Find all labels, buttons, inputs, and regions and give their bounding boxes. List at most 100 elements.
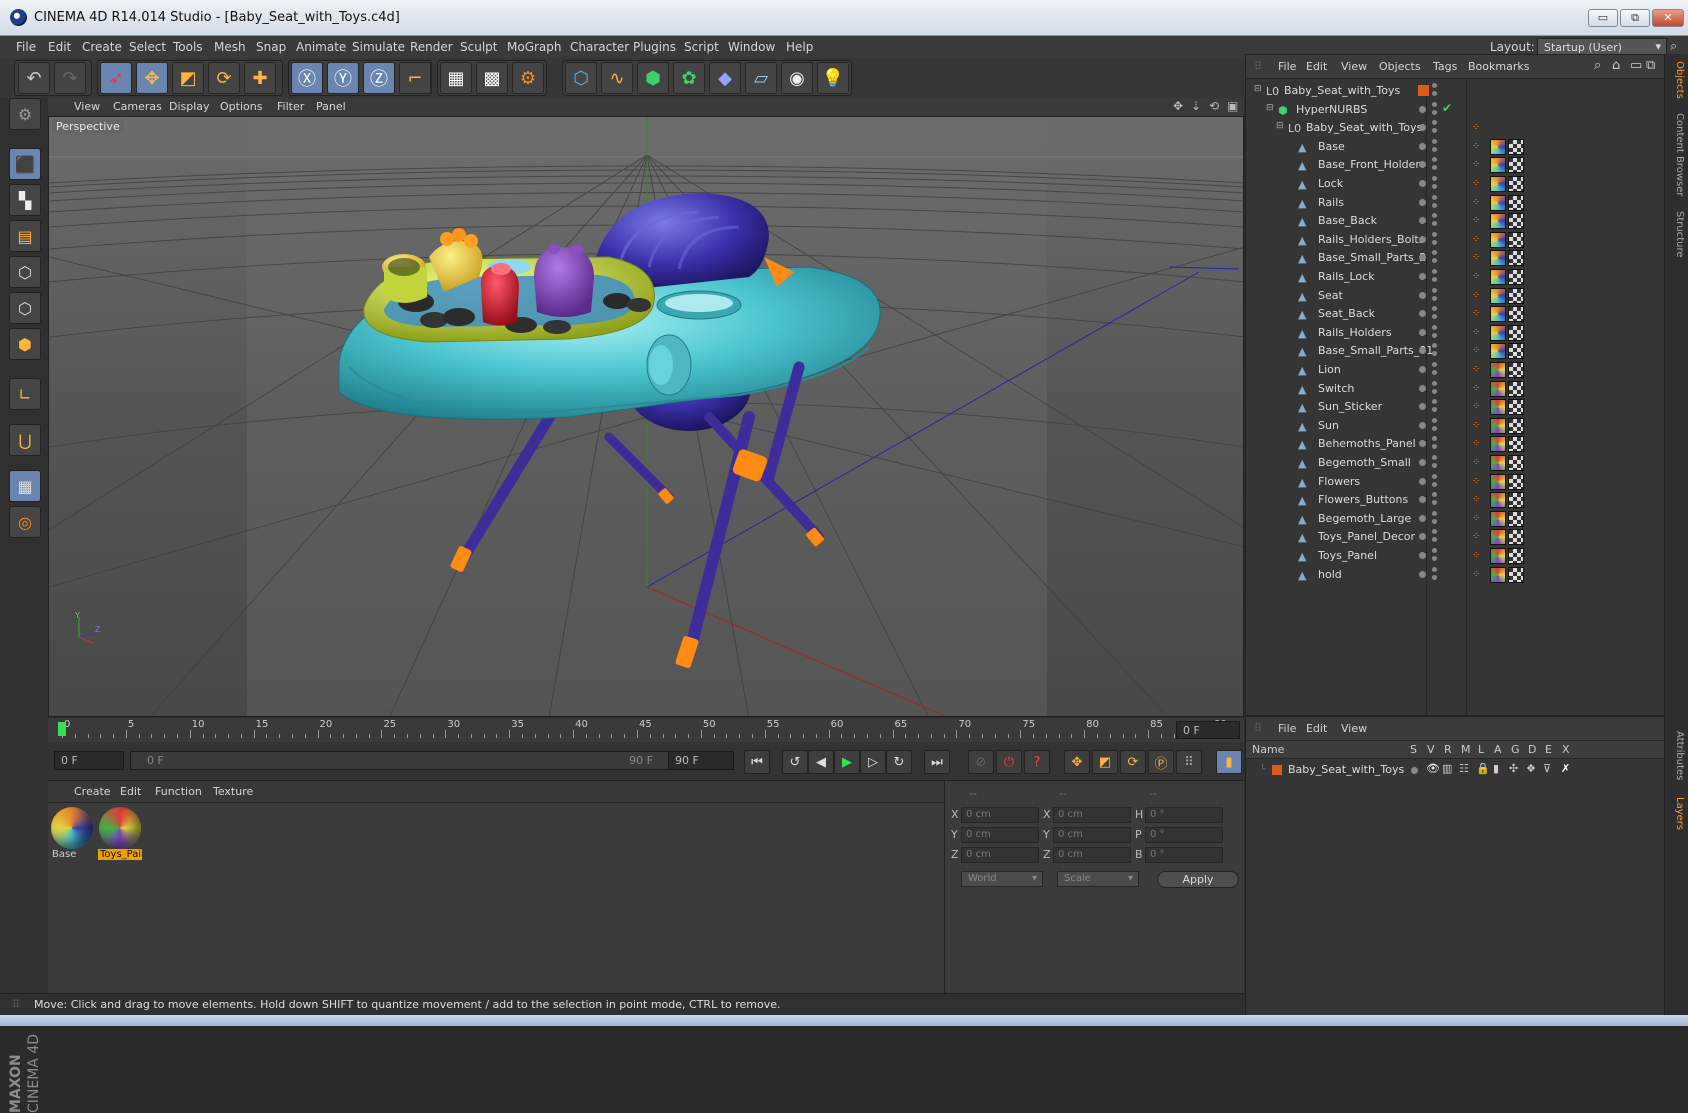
editor-visibility-dot[interactable] — [1419, 273, 1426, 280]
material-tag-icon[interactable] — [1490, 399, 1506, 416]
object-row[interactable]: ▲ Toys_Panel_Decor ⁘ — [1246, 527, 1664, 547]
render-visibility-dot[interactable] — [1432, 202, 1437, 208]
viewport-rotate-icon[interactable]: ⟲ — [1209, 99, 1219, 113]
minimize-button[interactable]: ▭ — [1588, 9, 1618, 27]
editor-visibility-dot[interactable] — [1419, 142, 1426, 150]
editor-visibility-dot[interactable] — [1419, 552, 1426, 559]
deformer-icon[interactable]: ❖ — [1526, 762, 1536, 775]
object-row[interactable]: ▲ Switch ⁘ — [1246, 379, 1664, 399]
uvw-tag-icon[interactable] — [1508, 548, 1524, 564]
editor-visibility-dot[interactable] — [1419, 105, 1426, 113]
viewport-menu-filter[interactable]: Filter — [277, 100, 304, 113]
uvw-tag-icon[interactable] — [1508, 157, 1524, 174]
expand-toggle-icon[interactable]: ⊟ — [1276, 121, 1284, 131]
uvw-tag-icon[interactable] — [1508, 213, 1524, 230]
coord-size-y-field[interactable]: 0 cm — [1053, 827, 1131, 843]
material-tag-icon[interactable] — [1490, 343, 1506, 360]
render-visibility-dot[interactable] — [1432, 184, 1437, 189]
object-row[interactable]: ⊟ ⬢ HyperNURBS ✔ — [1246, 100, 1664, 120]
object-name[interactable]: Begemoth_Small — [1318, 456, 1411, 469]
scale-tool-icon[interactable]: ◩ — [172, 62, 204, 94]
material-tag-icon[interactable] — [1490, 250, 1506, 267]
object-name[interactable]: Base_Small_Parts_2 — [1318, 251, 1426, 264]
render-visibility-dot[interactable] — [1432, 101, 1437, 107]
menu-script[interactable]: Script — [684, 40, 719, 54]
object-row[interactable]: ▲ Seat_Back ⁘ — [1246, 304, 1664, 324]
editor-visibility-dot[interactable] — [1419, 459, 1426, 466]
enabled-check-icon[interactable]: ✔ — [1442, 101, 1452, 115]
object-row[interactable]: ▲ Base_Back ⁘ — [1246, 211, 1664, 231]
snapping-magnet-icon[interactable]: ⋃ — [9, 424, 41, 456]
phong-tag-icon[interactable]: ⁘ — [1472, 457, 1480, 468]
generator-icon[interactable]: ✣ — [1509, 762, 1518, 775]
workplane-lock-icon[interactable]: ▦ — [9, 470, 41, 502]
render-visibility-dot[interactable] — [1432, 473, 1437, 479]
light-icon[interactable]: 💡 — [817, 62, 849, 94]
object-row[interactable]: ▲ Flowers_Buttons ⁘ — [1246, 490, 1664, 510]
render-visibility-dot[interactable] — [1432, 83, 1437, 88]
material-tag-icon[interactable] — [1490, 157, 1506, 174]
z-axis-lock-icon[interactable]: Ⓩ — [363, 62, 395, 94]
material-tag-icon[interactable] — [1490, 138, 1506, 155]
phong-tag-icon[interactable]: ⁘ — [1472, 122, 1480, 133]
restore-button[interactable]: ⧉ — [1620, 9, 1650, 27]
uvw-tag-icon[interactable] — [1508, 455, 1524, 471]
uvw-tag-icon[interactable] — [1508, 231, 1524, 248]
object-name[interactable]: Rails_Lock — [1318, 270, 1375, 283]
material-tag-icon[interactable] — [1490, 269, 1506, 285]
uvw-tag-icon[interactable] — [1508, 287, 1524, 304]
collapse-icon[interactable]: ▭ — [1630, 58, 1642, 73]
render-visibility-dot[interactable] — [1432, 314, 1437, 320]
material-tag-icon[interactable] — [1490, 380, 1506, 397]
object-row[interactable]: ▲ Toys_Panel ⁘ — [1246, 546, 1664, 566]
end-frame-field[interactable]: 90 F — [668, 751, 734, 770]
uvw-tag-icon[interactable] — [1508, 510, 1524, 527]
home-icon[interactable]: ⌂ — [1612, 58, 1620, 73]
workplane-mode-icon[interactable]: ▤ — [9, 220, 41, 252]
uvw-tag-icon[interactable] — [1508, 492, 1524, 509]
object-name[interactable]: Behemoths_Panel — [1318, 437, 1416, 450]
object-row[interactable]: ▲ Sun ⁘ — [1246, 416, 1664, 436]
uvw-tag-icon[interactable] — [1508, 436, 1524, 453]
material-menu-function[interactable]: Function — [155, 785, 202, 798]
render-visibility-dot[interactable] — [1432, 362, 1437, 367]
x-axis-lock-icon[interactable]: Ⓧ — [291, 62, 323, 94]
object-row[interactable]: ▲ Base_Small_Parts_01 ⁘ — [1246, 341, 1664, 361]
tab-layers[interactable]: Layers — [1667, 794, 1685, 834]
material-tag-icon[interactable] — [1490, 566, 1506, 583]
render-visibility-dot[interactable] — [1432, 574, 1437, 580]
render-visibility-dot[interactable] — [1432, 138, 1437, 144]
start-frame-field[interactable]: 0 F — [54, 751, 124, 770]
object-row[interactable]: ⊟ L0 Baby_Seat_with_Toys ⁘ — [1246, 118, 1664, 138]
phong-tag-icon[interactable]: ⁘ — [1472, 197, 1480, 208]
tab-objects[interactable]: Objects — [1667, 58, 1685, 102]
phong-tag-icon[interactable]: ⁘ — [1472, 438, 1480, 449]
animation-icon[interactable]: ▮ — [1493, 762, 1499, 775]
layer-col-deformers[interactable]: D — [1528, 743, 1536, 756]
object-row[interactable]: ▲ Base_Front_Holder ⁘ — [1246, 155, 1664, 175]
key-parameter-icon[interactable]: Ⓟ — [1148, 750, 1174, 774]
object-row[interactable]: ▲ Rails ⁘ — [1246, 193, 1664, 213]
object-row[interactable]: ▲ Behemoths_Panel ⁘ — [1246, 434, 1664, 454]
current-frame-field[interactable]: 0 F — [1176, 721, 1240, 739]
render-visibility-dot[interactable] — [1432, 388, 1437, 394]
editor-visibility-dot[interactable] — [1419, 533, 1426, 541]
uvw-tag-icon[interactable] — [1508, 194, 1524, 211]
uvw-tag-icon[interactable] — [1508, 362, 1524, 378]
editor-visibility-dot[interactable] — [1419, 384, 1426, 392]
material-tag-icon[interactable] — [1490, 176, 1506, 192]
render-visibility-dot[interactable] — [1432, 548, 1437, 553]
expand-toggle-icon[interactable]: ⊟ — [1266, 103, 1274, 113]
layer-col-render[interactable]: R — [1444, 743, 1452, 756]
next-frame-icon[interactable]: ▷ — [860, 750, 886, 774]
floor-scene-icon[interactable]: ▱ — [745, 62, 777, 94]
render-visibility-dot[interactable] — [1432, 351, 1437, 357]
object-name[interactable]: HyperNURBS — [1296, 103, 1367, 116]
phong-tag-icon[interactable]: ⁘ — [1472, 215, 1480, 226]
key-rotation-icon[interactable]: ⟳ — [1120, 750, 1146, 774]
object-row[interactable]: ▲ Begemoth_Large ⁘ — [1246, 509, 1664, 529]
key-pla-icon[interactable]: ⠿ — [1176, 750, 1202, 774]
viewport-maximize-icon[interactable]: ▣ — [1227, 99, 1238, 113]
render-picture-viewer-icon[interactable]: ▩ — [476, 62, 508, 94]
objects-menu-bookmarks[interactable]: Bookmarks — [1468, 60, 1529, 73]
